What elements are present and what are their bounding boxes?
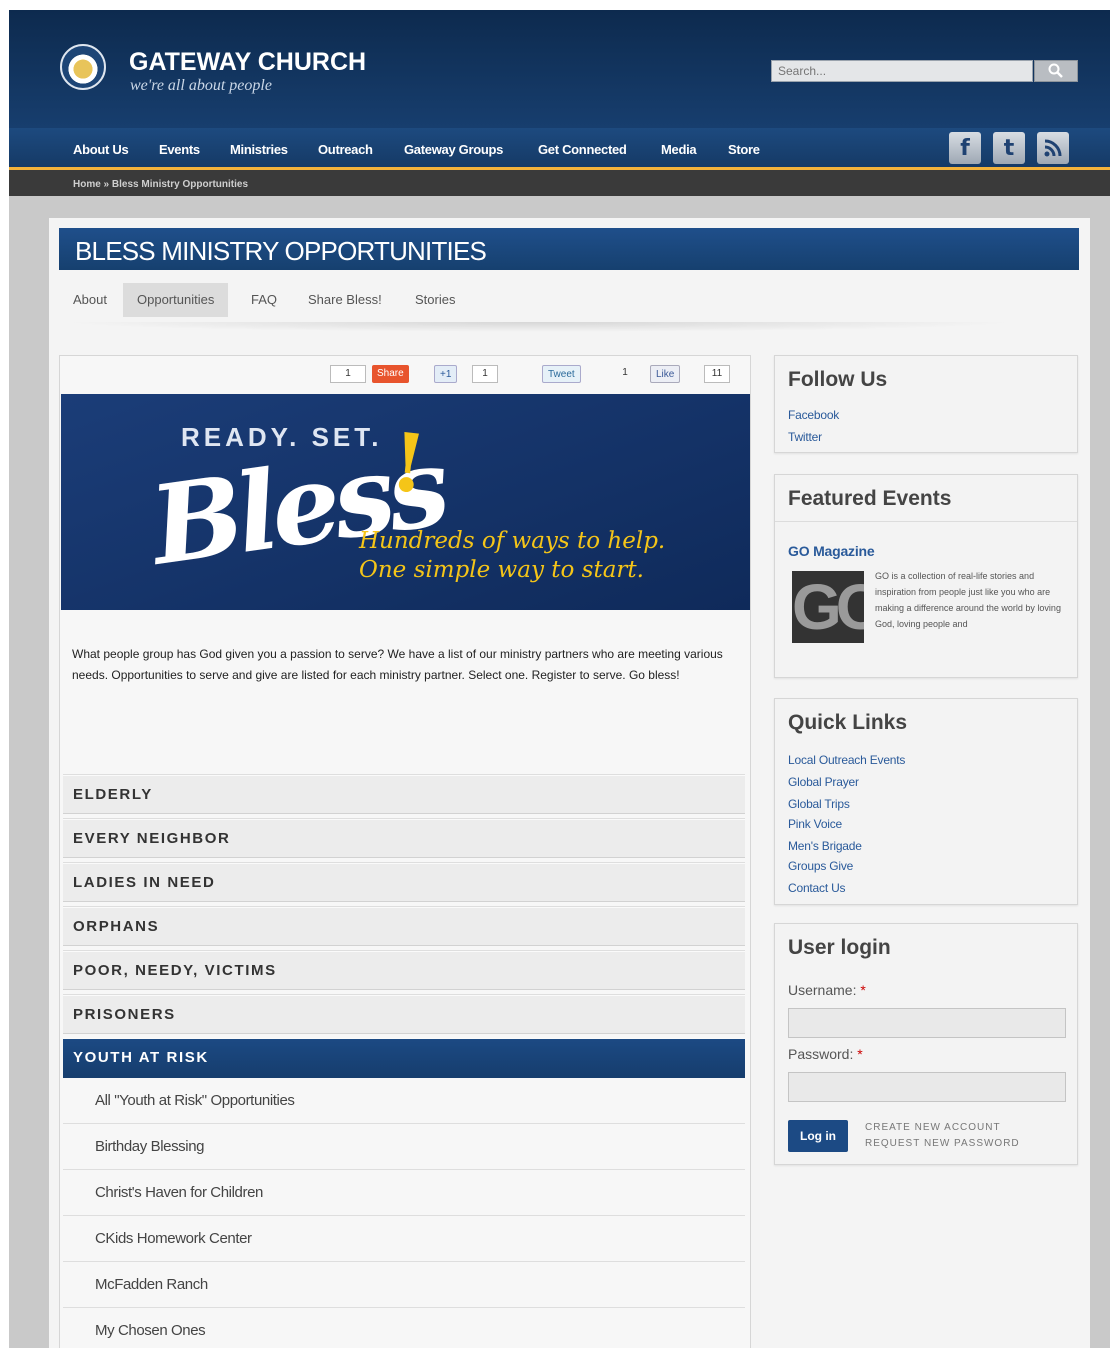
quick-link-global-prayer[interactable]: Global Prayer [788, 775, 859, 789]
follow-us-title: Follow Us [788, 368, 888, 391]
featured-event-description: GO is a collection of real-life stories … [875, 571, 1061, 629]
share-count: 1 [330, 365, 366, 383]
password-label-text: Password: [788, 1046, 854, 1062]
subtab-about[interactable]: About [59, 283, 121, 317]
featured-divider [775, 521, 1077, 522]
subtab-divider [59, 322, 1019, 332]
share-button[interactable]: Share [372, 365, 409, 383]
like-button[interactable]: Like [650, 365, 681, 383]
quick-links-title: Quick Links [788, 711, 908, 734]
share-label: Share [377, 368, 404, 379]
quick-link-global-trips[interactable]: Global Trips [788, 797, 850, 811]
breadcrumb-bar: Home » Bless Ministry Opportunities [9, 170, 1110, 196]
search-input[interactable] [771, 60, 1033, 82]
quick-link-groups-give[interactable]: Groups Give [788, 859, 853, 873]
username-required-mark: * [860, 982, 866, 998]
youth-item-ckids-homework[interactable]: CKids Homework Center [63, 1216, 745, 1262]
request-password-link[interactable]: REQUEST NEW PASSWORD [865, 1138, 1020, 1149]
password-required-mark: * [857, 1046, 863, 1062]
featured-events-title: Featured Events [788, 487, 952, 510]
site-tagline: we're all about people [130, 77, 272, 94]
nav-item-outreach[interactable]: Outreach [318, 142, 373, 157]
quick-link-local-outreach[interactable]: Local Outreach Events [788, 753, 905, 767]
create-account-link[interactable]: CREATE NEW ACCOUNT [865, 1122, 1001, 1133]
log-in-button[interactable]: Log in [788, 1120, 848, 1152]
search-button[interactable] [1034, 60, 1078, 82]
youth-item-birthday-blessing[interactable]: Birthday Blessing [63, 1124, 745, 1170]
banner-line-2: One simple way to start. [359, 557, 644, 583]
featured-event-title[interactable]: GO Magazine [788, 543, 875, 559]
category-orphans[interactable]: ORPHANS [63, 906, 745, 946]
twitter-icon[interactable]: t [993, 132, 1025, 164]
category-ladies-in-need[interactable]: LADIES IN NEED [63, 862, 745, 902]
nav-item-ministries[interactable]: Ministries [230, 142, 288, 157]
featured-events-box: Featured Events GO Magazine GO GO is a c… [774, 474, 1078, 678]
go-magazine-thumbnail[interactable]: GO [792, 571, 864, 643]
ready-set-bless-banner: READY. SET. Bless ! Hundreds of ways to … [61, 394, 750, 610]
nav-item-gateway-groups[interactable]: Gateway Groups [404, 142, 503, 157]
rss-icon[interactable] [1037, 132, 1069, 164]
nav-item-store[interactable]: Store [728, 142, 760, 157]
rss-glyph [1044, 139, 1062, 157]
category-youth-at-risk[interactable]: YOUTH AT RISK [63, 1038, 745, 1078]
facebook-icon[interactable]: f [949, 132, 981, 164]
quick-links-box: Quick Links Local Outreach Events Global… [774, 698, 1078, 905]
like-count: 11 [704, 365, 730, 383]
subtab-share-bless[interactable]: Share Bless! [294, 283, 396, 317]
page-title-bar: BLESS MINISTRY OPPORTUNITIES [59, 228, 1079, 270]
username-field[interactable] [788, 1008, 1066, 1038]
quick-link-contact-us[interactable]: Contact Us [788, 881, 846, 895]
page-title: BLESS MINISTRY OPPORTUNITIES [75, 236, 487, 266]
nav-item-media[interactable]: Media [661, 142, 697, 157]
follow-us-box: Follow Us Facebook Twitter [774, 355, 1078, 453]
user-login-box: User login Username: * Password: * Log i… [774, 923, 1078, 1165]
site-title[interactable]: GATEWAY CHURCH [129, 48, 366, 77]
password-label: Password: * [788, 1046, 863, 1062]
tweet-count: 1 [622, 367, 628, 378]
nav-item-about-us[interactable]: About Us [73, 142, 129, 157]
category-every-neighbor[interactable]: EVERY NEIGHBOR [63, 818, 745, 858]
category-poor-needy-victims[interactable]: POOR, NEEDY, VICTIMS [63, 950, 745, 990]
category-elderly[interactable]: ELDERLY [63, 774, 745, 814]
search-icon [1048, 63, 1063, 78]
follow-facebook-link[interactable]: Facebook [788, 408, 839, 422]
breadcrumb[interactable]: Home » Bless Ministry Opportunities [73, 179, 248, 190]
youth-item-mcfadden-ranch[interactable]: McFadden Ranch [63, 1262, 745, 1308]
church-logo-icon[interactable] [60, 44, 106, 90]
tweet-button[interactable]: Tweet [542, 365, 581, 383]
intro-text: What people group has God given you a pa… [72, 647, 723, 682]
password-field[interactable] [788, 1072, 1066, 1102]
main-nav: About Us Events Ministries Outreach Gate… [9, 128, 1110, 170]
gplus-button[interactable]: +1 [434, 365, 458, 383]
youth-item-my-chosen-ones[interactable]: My Chosen Ones [63, 1308, 745, 1348]
quick-link-pink-voice[interactable]: Pink Voice [788, 817, 842, 831]
main-panel: BLESS MINISTRY OPPORTUNITIES About Oppor… [49, 218, 1090, 1348]
subtab-stories[interactable]: Stories [401, 283, 469, 317]
content-column: 1 Share +1 1 Tweet 1 Like 11 READY. SET.… [59, 355, 751, 1348]
youth-item-all[interactable]: All "Youth at Risk" Opportunities [63, 1078, 745, 1124]
category-prisoners[interactable]: PRISONERS [63, 994, 745, 1034]
username-label: Username: * [788, 982, 866, 998]
nav-item-get-connected[interactable]: Get Connected [538, 142, 627, 157]
subtab-faq[interactable]: FAQ [237, 283, 291, 317]
follow-twitter-link[interactable]: Twitter [788, 430, 822, 444]
user-login-title: User login [788, 936, 891, 959]
site-header: GATEWAY CHURCH we're all about people [9, 10, 1110, 128]
share-toolbar: 1 Share +1 1 Tweet 1 Like 11 [60, 362, 750, 386]
quick-link-mens-brigade[interactable]: Men's Brigade [788, 839, 862, 853]
subtab-opportunities[interactable]: Opportunities [123, 283, 229, 317]
gplus-count: 1 [472, 365, 498, 383]
youth-item-christs-haven[interactable]: Christ's Haven for Children [63, 1170, 745, 1216]
nav-item-events[interactable]: Events [159, 142, 200, 157]
banner-line-1: Hundreds of ways to help. [359, 528, 666, 554]
page-frame: GATEWAY CHURCH we're all about people Ab… [9, 10, 1110, 1348]
username-label-text: Username: [788, 982, 857, 998]
